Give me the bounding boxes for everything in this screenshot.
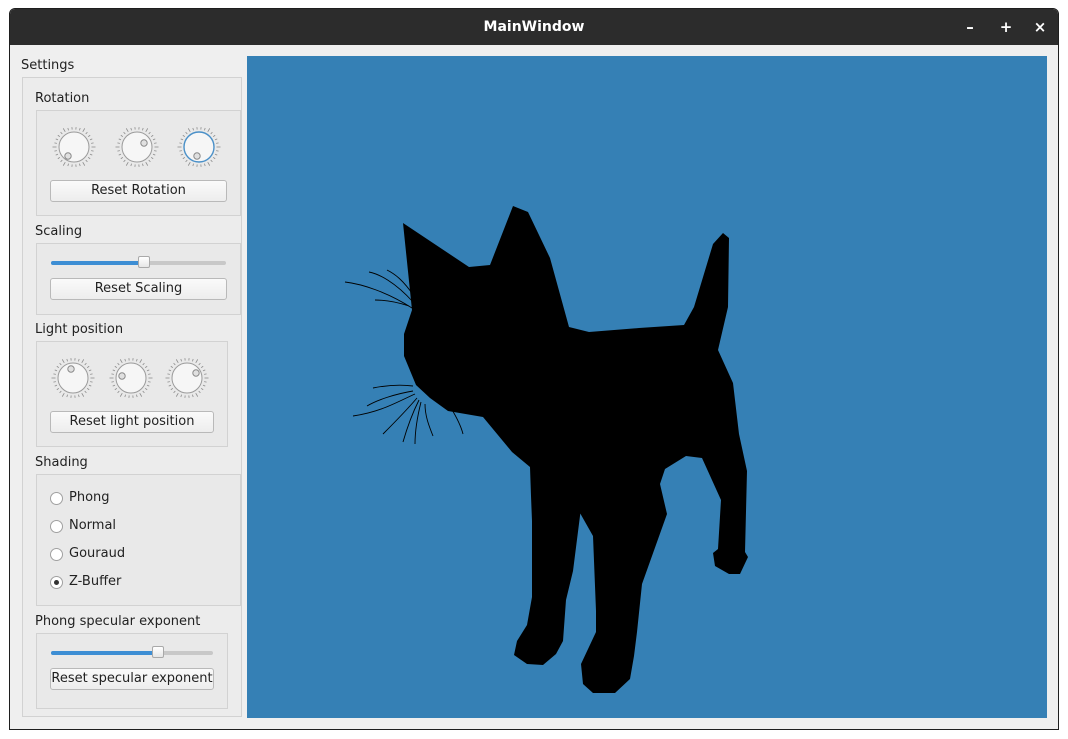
radio-button-checked[interactable]	[50, 576, 63, 589]
close-button[interactable]: ×	[1030, 17, 1050, 37]
radio-label: Gouraud	[69, 546, 126, 561]
rotation-x-dial[interactable]	[52, 125, 96, 169]
title-bar: MainWindow – + ×	[10, 9, 1058, 45]
scaling-title: Scaling	[35, 224, 83, 239]
specular-slider[interactable]	[51, 646, 213, 658]
rotation-y-dial[interactable]	[115, 125, 159, 169]
scaling-slider[interactable]	[51, 256, 226, 268]
scaling-slider-handle[interactable]	[138, 256, 150, 268]
specular-slider-fill	[51, 651, 158, 655]
reset-light-position-button[interactable]: Reset light position	[50, 411, 214, 433]
cat-model	[344, 206, 748, 693]
radio-button[interactable]	[50, 548, 63, 561]
window-title: MainWindow	[483, 19, 585, 35]
reset-rotation-button[interactable]: Reset Rotation	[50, 180, 227, 202]
minimize-button[interactable]: –	[960, 17, 980, 37]
maximize-button[interactable]: +	[996, 17, 1016, 37]
specular-slider-handle[interactable]	[152, 646, 164, 658]
main-window: MainWindow – + × Settings Rotation Reset…	[9, 8, 1059, 730]
light-z-dial[interactable]	[165, 356, 209, 400]
rotation-z-dial[interactable]	[177, 125, 221, 169]
reset-specular-exponent-button[interactable]: Reset specular exponent	[50, 668, 214, 690]
light-y-dial[interactable]	[109, 356, 153, 400]
render-viewport[interactable]	[247, 56, 1047, 718]
light-x-dial[interactable]	[51, 356, 95, 400]
settings-title: Settings	[21, 58, 75, 73]
scaling-slider-fill	[51, 261, 144, 265]
radio-button[interactable]	[50, 520, 63, 533]
specular-title: Phong specular exponent	[35, 614, 201, 629]
radio-label: Phong	[69, 490, 110, 505]
light-position-title: Light position	[35, 322, 124, 337]
shading-group	[36, 474, 241, 606]
shading-title: Shading	[35, 455, 88, 470]
rotation-title: Rotation	[35, 91, 90, 106]
radio-button[interactable]	[50, 492, 63, 505]
reset-scaling-button[interactable]: Reset Scaling	[50, 278, 227, 300]
radio-label: Z-Buffer	[69, 574, 122, 589]
radio-label: Normal	[69, 518, 117, 533]
